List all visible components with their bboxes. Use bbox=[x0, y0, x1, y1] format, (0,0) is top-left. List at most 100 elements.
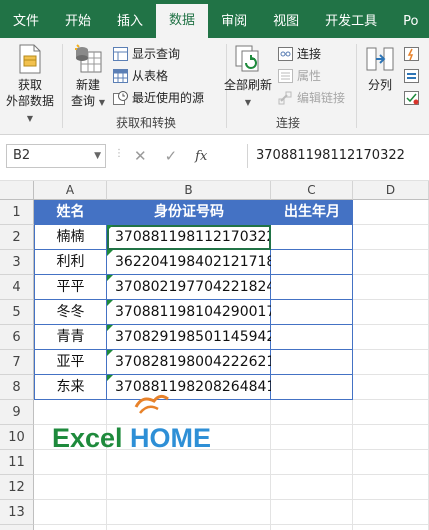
cell-id-value: 370881198112170322 bbox=[115, 229, 276, 245]
cell-birth[interactable] bbox=[271, 325, 353, 350]
cell-id[interactable]: 362204198402121718 bbox=[107, 250, 275, 275]
table-header-birth[interactable]: 出生年月 bbox=[271, 200, 353, 225]
row-header[interactable]: 4 bbox=[0, 275, 34, 300]
cell-id-value: 362204198402121718 bbox=[115, 254, 276, 270]
row-header[interactable]: 6 bbox=[0, 325, 34, 350]
table-header-name[interactable]: 姓名 bbox=[34, 200, 107, 225]
from-table-label: 从表格 bbox=[132, 69, 169, 83]
new-query-label-1: 新建 bbox=[75, 78, 100, 92]
cell-id-value: 370881198104290017 bbox=[115, 304, 276, 320]
name-box-value: B2 bbox=[13, 148, 31, 163]
logo-text-left: Excel bbox=[52, 423, 123, 453]
row-header[interactable]: 14 bbox=[0, 525, 34, 530]
get-external-data-label-1: 获取 bbox=[17, 78, 42, 92]
cell-id-value: 370802197704221824 bbox=[115, 279, 276, 295]
group-divider bbox=[356, 44, 357, 128]
refresh-all-button[interactable]: 全部刷新 ▼ bbox=[220, 44, 276, 111]
row-header[interactable]: 1 bbox=[0, 200, 34, 225]
cell-id[interactable]: 370881198104290017 bbox=[107, 300, 275, 325]
row-header[interactable]: 8 bbox=[0, 375, 34, 400]
column-header-c[interactable]: C bbox=[271, 181, 353, 200]
chevron-down-icon[interactable]: ▼ bbox=[94, 145, 101, 167]
remove-duplicates-icon bbox=[404, 69, 419, 83]
tab-view[interactable]: 视图 bbox=[260, 6, 312, 38]
cell-name[interactable]: 冬冬 bbox=[34, 300, 107, 325]
flash-fill-button[interactable] bbox=[404, 44, 419, 64]
properties-icon bbox=[278, 69, 293, 83]
error-indicator-icon bbox=[107, 250, 113, 256]
select-all-corner[interactable] bbox=[0, 181, 34, 200]
new-query-button[interactable]: 新建 查询 ▼ bbox=[66, 44, 110, 111]
cell-name[interactable]: 利利 bbox=[34, 250, 107, 275]
table-header-id[interactable]: 身份证号码 bbox=[107, 200, 271, 225]
show-queries-button[interactable]: 显示查询 bbox=[113, 44, 180, 64]
cell-id[interactable]: 370802197704221824 bbox=[107, 275, 275, 300]
show-queries-icon bbox=[113, 47, 128, 61]
enter-icon[interactable]: ✓ bbox=[165, 147, 178, 165]
cell-birth[interactable] bbox=[271, 225, 353, 250]
row-header[interactable]: 2 bbox=[0, 225, 34, 250]
properties-button[interactable]: 属性 bbox=[278, 66, 321, 86]
chevron-down-icon: ▼ bbox=[26, 114, 34, 123]
cell-id-selected[interactable]: 370881198112170322 bbox=[107, 225, 275, 250]
column-header-a[interactable]: A bbox=[34, 181, 107, 200]
cell-birth[interactable] bbox=[271, 375, 353, 400]
row-header[interactable]: 3 bbox=[0, 250, 34, 275]
cell-name[interactable]: 楠楠 bbox=[34, 225, 107, 250]
name-box[interactable]: B2 ▼ bbox=[6, 144, 106, 168]
formula-input[interactable]: 370881198112170322 bbox=[256, 144, 405, 168]
show-queries-label: 显示查询 bbox=[132, 47, 181, 61]
edit-links-button[interactable]: 编辑链接 bbox=[278, 88, 345, 108]
cell-birth[interactable] bbox=[271, 350, 353, 375]
connections-button[interactable]: 连接 bbox=[278, 44, 321, 64]
connections-label: 连接 bbox=[297, 47, 322, 61]
row-header[interactable]: 11 bbox=[0, 450, 34, 475]
tab-insert[interactable]: 插入 bbox=[104, 6, 156, 38]
cell-name[interactable]: 平平 bbox=[34, 275, 107, 300]
tab-developer[interactable]: 开发工具 bbox=[312, 6, 390, 38]
row-header[interactable]: 5 bbox=[0, 300, 34, 325]
row-header[interactable]: 13 bbox=[0, 500, 34, 525]
tab-data[interactable]: 数据 bbox=[156, 4, 209, 38]
row-header[interactable]: 7 bbox=[0, 350, 34, 375]
cell-birth[interactable] bbox=[271, 275, 353, 300]
split-columns-button[interactable]: 分列 bbox=[362, 44, 398, 93]
worksheet-grid[interactable]: A B C D 1 2 3 4 5 6 7 8 9 10 11 12 13 14… bbox=[0, 181, 429, 530]
remove-duplicates-button[interactable] bbox=[404, 66, 419, 86]
data-validation-icon bbox=[404, 91, 419, 105]
tab-home[interactable]: 开始 bbox=[52, 6, 104, 38]
cell-name[interactable]: 亚平 bbox=[34, 350, 107, 375]
column-header-d[interactable]: D bbox=[353, 181, 429, 200]
formula-bar: B2 ▼ ⋮ ✕ ✓ fx 370881198112170322 bbox=[0, 135, 429, 181]
get-external-data-button[interactable]: 获取 外部数据 ▼ bbox=[4, 44, 56, 127]
data-validation-button[interactable] bbox=[404, 88, 419, 108]
group-label-get-transform: 获取和转换 bbox=[115, 116, 176, 130]
recent-sources-button[interactable]: 最近使用的源 bbox=[113, 88, 204, 108]
tab-review[interactable]: 审阅 bbox=[208, 6, 260, 38]
column-header-b[interactable]: B bbox=[107, 181, 271, 200]
ribbon-panel: 获取 外部数据 ▼ 新建 查询 ▼ 显示查询 从表格 最近使用的源 获取和转换 bbox=[0, 38, 429, 135]
row-header[interactable]: 10 bbox=[0, 425, 34, 450]
cell-id[interactable]: 370829198501145942 bbox=[107, 325, 275, 350]
get-external-data-label-2: 外部数据 ▼ bbox=[5, 94, 54, 123]
row-header[interactable]: 9 bbox=[0, 400, 34, 425]
cell-birth[interactable] bbox=[271, 250, 353, 275]
chevron-down-icon: ▼ bbox=[244, 98, 252, 107]
error-indicator-icon bbox=[107, 325, 113, 331]
group-label-connections: 连接 bbox=[275, 116, 300, 130]
from-table-button[interactable]: 从表格 bbox=[113, 66, 168, 86]
split-columns-label: 分列 bbox=[367, 78, 392, 92]
connections-icon bbox=[278, 47, 293, 61]
formula-bar-grip-icon[interactable]: ⋮ bbox=[114, 148, 124, 159]
insert-function-icon[interactable]: fx bbox=[195, 149, 207, 164]
refresh-icon bbox=[235, 45, 259, 72]
row-header[interactable]: 12 bbox=[0, 475, 34, 500]
cancel-icon[interactable]: ✕ bbox=[134, 147, 147, 165]
split-columns-icon bbox=[366, 47, 394, 71]
tab-power[interactable]: Po bbox=[390, 6, 429, 38]
gridline bbox=[34, 524, 429, 525]
tab-file[interactable]: 文件 bbox=[0, 6, 52, 38]
cell-name[interactable]: 青青 bbox=[34, 325, 107, 350]
cell-birth[interactable] bbox=[271, 300, 353, 325]
cell-id[interactable]: 370828198004222621 bbox=[107, 350, 275, 375]
